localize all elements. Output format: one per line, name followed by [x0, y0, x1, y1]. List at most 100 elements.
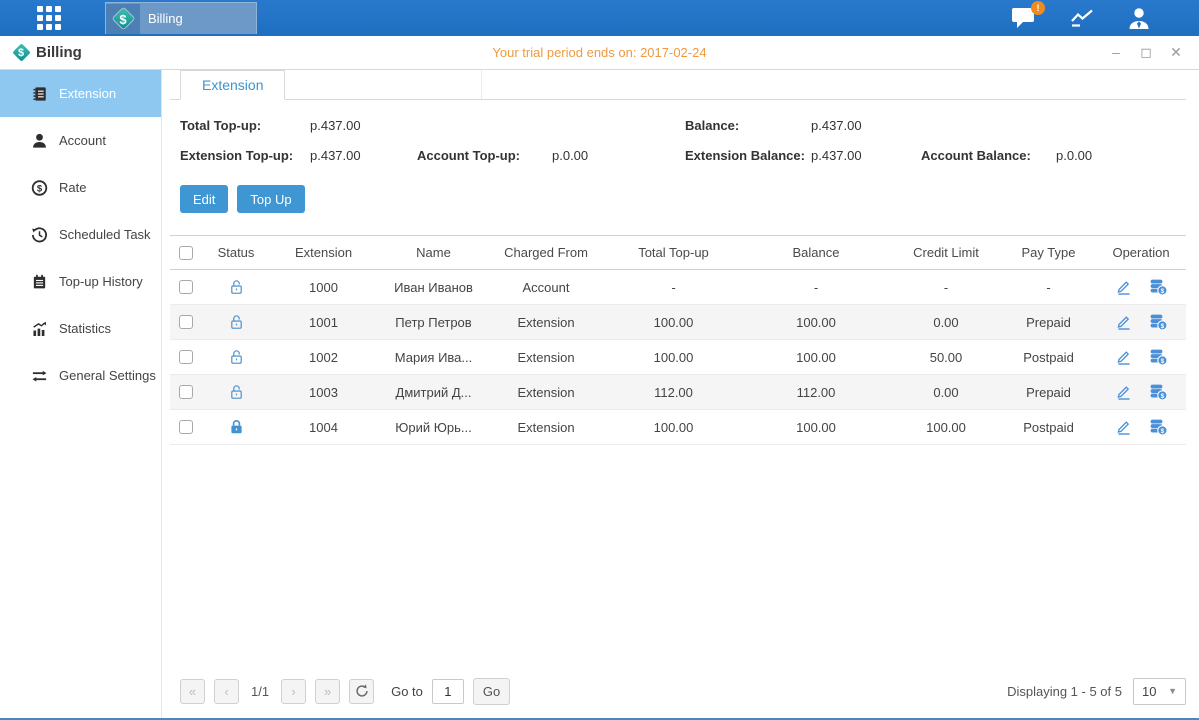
cell-extension: 1000	[266, 270, 381, 305]
table-row: 1001Петр ПетровExtension100.00100.000.00…	[170, 305, 1186, 340]
extensions-table: Status Extension Name Charged From Total…	[170, 235, 1186, 445]
edit-pencil-icon[interactable]	[1115, 383, 1133, 401]
row-checkbox[interactable]	[179, 315, 193, 329]
sidebar-item-extension[interactable]: Extension	[0, 70, 161, 117]
topup-coins-icon[interactable]: $	[1149, 348, 1168, 366]
svg-text:$: $	[1160, 358, 1164, 365]
cell-name: Иван Иванов	[381, 270, 486, 305]
cell-balance: 100.00	[741, 340, 891, 375]
next-page-button[interactable]: ›	[281, 679, 306, 704]
topup-coins-icon[interactable]: $	[1149, 278, 1168, 296]
page-size-select[interactable]: 10 ▼	[1133, 678, 1186, 705]
edit-pencil-icon[interactable]	[1115, 418, 1133, 436]
sidebar: ExtensionAccount$RateScheduled TaskTop-u…	[0, 70, 162, 718]
svg-text:$: $	[1160, 323, 1164, 330]
cell-pay-type: Prepaid	[1001, 305, 1096, 340]
table-row: 1002Мария Ива...Extension100.00100.0050.…	[170, 340, 1186, 375]
sidebar-item-label: Statistics	[59, 321, 111, 336]
col-credit-limit: Credit Limit	[891, 236, 1001, 270]
topup-coins-icon[interactable]: $	[1149, 313, 1168, 331]
cell-charged-from: Extension	[486, 305, 606, 340]
topbar-billing-tab[interactable]: $ Billing	[105, 2, 257, 34]
balance-label: Balance:	[685, 118, 811, 133]
clock-history-icon	[31, 226, 59, 244]
refresh-icon[interactable]	[349, 679, 374, 704]
apps-grid-icon[interactable]	[37, 6, 61, 30]
svg-text:$: $	[1160, 393, 1164, 400]
first-page-button[interactable]: «	[180, 679, 205, 704]
sidebar-item-top-up-history[interactable]: Top-up History	[0, 258, 161, 305]
table-row: 1004Юрий Юрь...Extension100.00100.00100.…	[170, 410, 1186, 445]
col-operation: Operation	[1096, 236, 1186, 270]
minimize-icon[interactable]: –	[1109, 44, 1123, 61]
user-icon[interactable]	[1127, 7, 1151, 30]
cell-credit-limit: 0.00	[891, 305, 1001, 340]
cell-pay-type: -	[1001, 270, 1096, 305]
edit-pencil-icon[interactable]	[1115, 313, 1133, 331]
cell-total-topup: -	[606, 270, 741, 305]
status-unlocked-icon	[228, 313, 245, 331]
chart-icon[interactable]	[1069, 8, 1095, 28]
sliders-icon	[31, 367, 59, 385]
cell-extension: 1001	[266, 305, 381, 340]
goto-page-input[interactable]	[432, 679, 464, 704]
col-pay-type: Pay Type	[1001, 236, 1096, 270]
trial-notice: Your trial period ends on: 2017-02-24	[0, 45, 1199, 60]
edit-pencil-icon[interactable]	[1115, 348, 1133, 366]
status-unlocked-icon	[228, 278, 245, 296]
topup-coins-icon[interactable]: $	[1149, 418, 1168, 436]
journal-icon	[31, 85, 59, 103]
pagination-bar: « ‹ 1/1 › » Go to Go Displaying 1 - 5 of…	[170, 668, 1186, 714]
col-name: Name	[381, 236, 486, 270]
window-header: $ Billing Your trial period ends on: 201…	[0, 36, 1199, 70]
sidebar-item-scheduled-task[interactable]: Scheduled Task	[0, 211, 161, 258]
table-row: 1003Дмитрий Д...Extension112.00112.000.0…	[170, 375, 1186, 410]
status-locked-icon	[228, 418, 245, 436]
row-checkbox[interactable]	[179, 350, 193, 364]
notification-badge: !	[1031, 1, 1045, 15]
sidebar-item-rate[interactable]: $Rate	[0, 164, 161, 211]
person-icon	[31, 132, 59, 150]
cell-extension: 1003	[266, 375, 381, 410]
cell-balance: 112.00	[741, 375, 891, 410]
chat-icon[interactable]: !	[1011, 7, 1037, 29]
cell-charged-from: Account	[486, 270, 606, 305]
account-balance-value: p.0.00	[1056, 148, 1092, 163]
dollar-circle-icon: $	[31, 179, 59, 197]
cell-pay-type: Postpaid	[1001, 340, 1096, 375]
row-checkbox[interactable]	[179, 420, 193, 434]
col-extension: Extension	[266, 236, 381, 270]
tab-strip: Extension	[170, 70, 1186, 100]
last-page-button[interactable]: »	[315, 679, 340, 704]
close-icon[interactable]: ✕	[1169, 44, 1183, 61]
cell-charged-from: Extension	[486, 410, 606, 445]
prev-page-button[interactable]: ‹	[214, 679, 239, 704]
extension-balance-label: Extension Balance:	[685, 148, 811, 163]
go-button[interactable]: Go	[473, 678, 510, 705]
sidebar-item-account[interactable]: Account	[0, 117, 161, 164]
tab-extension[interactable]: Extension	[180, 70, 285, 100]
cell-total-topup: 100.00	[606, 305, 741, 340]
row-checkbox[interactable]	[179, 280, 193, 294]
page-size-value: 10	[1142, 684, 1156, 699]
notepad-icon	[31, 273, 59, 291]
topbar-tab-label: Billing	[148, 11, 183, 26]
cell-total-topup: 100.00	[606, 340, 741, 375]
top-up-button[interactable]: Top Up	[237, 185, 304, 213]
maximize-icon[interactable]: ◻	[1139, 44, 1153, 61]
extension-topup-value: p.437.00	[310, 148, 417, 163]
cell-total-topup: 112.00	[606, 375, 741, 410]
account-topup-label: Account Top-up:	[417, 148, 552, 163]
edit-pencil-icon[interactable]	[1115, 278, 1133, 296]
row-checkbox[interactable]	[179, 385, 193, 399]
cell-name: Дмитрий Д...	[381, 375, 486, 410]
cell-pay-type: Prepaid	[1001, 375, 1096, 410]
billing-diamond-icon: $	[12, 44, 30, 62]
balance-value: p.437.00	[811, 118, 862, 133]
edit-button[interactable]: Edit	[180, 185, 228, 213]
select-all-checkbox[interactable]	[179, 246, 193, 260]
account-balance-label: Account Balance:	[921, 148, 1056, 163]
topup-coins-icon[interactable]: $	[1149, 383, 1168, 401]
sidebar-item-statistics[interactable]: Statistics	[0, 305, 161, 352]
sidebar-item-general-settings[interactable]: General Settings	[0, 352, 161, 399]
